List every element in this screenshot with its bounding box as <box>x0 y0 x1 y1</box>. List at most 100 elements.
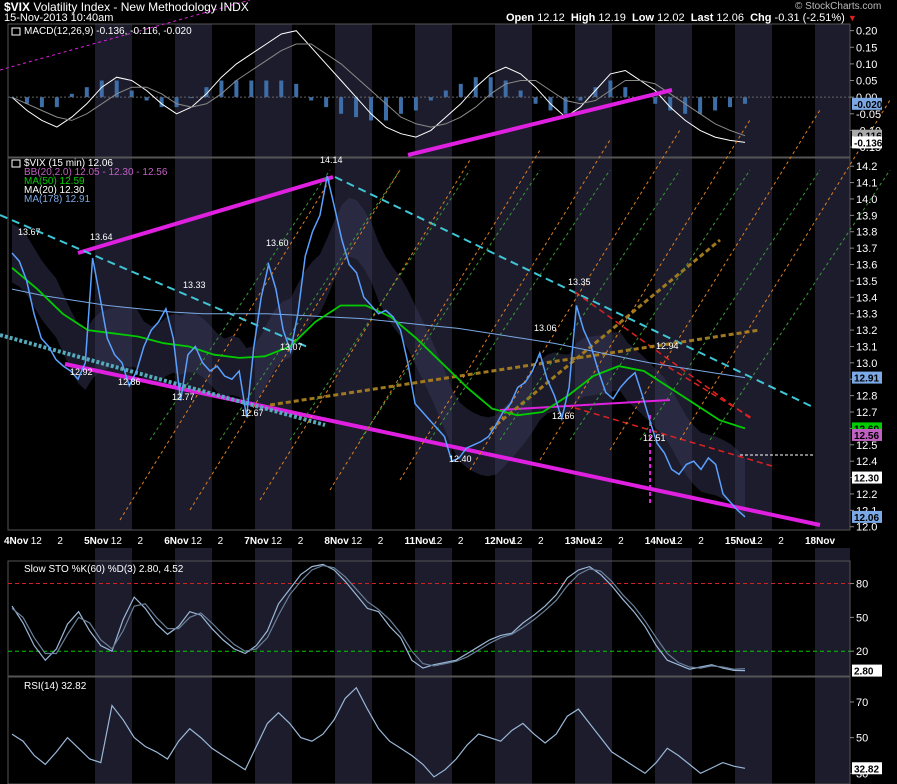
last-tag-label-macd-0: -0.020 <box>854 100 883 111</box>
price-legend-swatch <box>11 159 21 168</box>
price-annotation-5: 12.67 <box>241 408 264 418</box>
y-tick-label-price-14: 12.8 <box>856 391 877 403</box>
macd-histogram-bar-8 <box>129 90 134 98</box>
x-tick-label-4: 12 <box>111 536 123 547</box>
macd-histogram-bar-41 <box>623 87 628 98</box>
y-tick-label-rsi-1: 50 <box>856 733 868 745</box>
last-value: 12.06 <box>716 12 744 24</box>
x-tick-label-13: 12 <box>351 536 363 547</box>
macd-histogram-bar-11 <box>174 97 179 108</box>
y-tick-label-price-2: 14.0 <box>856 194 877 206</box>
macd-histogram-bar-22 <box>339 97 344 114</box>
macd-histogram-bar-34 <box>518 90 523 98</box>
price-annotation-7: 13.07 <box>280 342 303 352</box>
macd-histogram-bar-40 <box>608 80 613 98</box>
macd-histogram-bar-19 <box>294 83 299 98</box>
macd-histogram-bar-17 <box>264 80 269 98</box>
open-value: 12.12 <box>537 12 565 24</box>
y-tick-label-price-0: 14.2 <box>856 161 877 173</box>
macd-legend-swatch <box>11 27 21 36</box>
y-tick-label-macd-3: 0.05 <box>856 76 877 88</box>
macd-histogram-bar-16 <box>249 80 254 98</box>
x-tick-label-9: 7Nov <box>244 536 269 547</box>
x-tick-label-1: 12 <box>31 536 43 547</box>
exchange-label: INDX <box>220 0 249 14</box>
price-annotation-13: 12.94 <box>656 341 679 351</box>
x-tick-label-6: 6Nov <box>164 536 189 547</box>
x-tick-label-12: 8Nov <box>324 536 349 547</box>
macd-histogram-bar-33 <box>503 80 508 98</box>
y-tick-label-stochastic-0: 80 <box>856 579 868 591</box>
macd-histogram-bar-46 <box>698 97 703 114</box>
macd-histogram-bar-23 <box>354 97 359 118</box>
macd-histogram-bar-3 <box>54 97 59 108</box>
macd-histogram-bar-27 <box>413 97 418 111</box>
x-tick-label-14: 2 <box>378 536 384 547</box>
down-arrow-icon: ▼ <box>847 13 857 23</box>
x-tick-label-25: 12 <box>672 536 684 547</box>
y-tick-label-price-20: 12.2 <box>856 489 877 501</box>
y-tick-label-price-3: 13.9 <box>856 210 877 222</box>
low-value: 12.02 <box>657 12 685 24</box>
price-annotation-1: 13.64 <box>90 232 113 242</box>
y-tick-label-price-9: 13.3 <box>856 309 877 321</box>
x-tick-label-10: 12 <box>271 536 283 547</box>
macd-histogram-bar-45 <box>683 97 688 114</box>
price-annotation-14: 12.51 <box>643 433 666 443</box>
y-tick-label-price-8: 13.4 <box>856 292 877 304</box>
x-tick-label-20: 2 <box>538 536 544 547</box>
session-band-1 <box>175 24 212 530</box>
x-tick-label-28: 12 <box>752 536 764 547</box>
x-tick-label-11: 2 <box>298 536 304 547</box>
macd-histogram-bar-49 <box>743 97 747 104</box>
x-tick-label-7: 12 <box>191 536 203 547</box>
macd-histogram-bar-18 <box>279 80 284 98</box>
price-annotation-0: 13.67 <box>18 227 41 237</box>
ohlc-readout: Open 12.12 High 12.19 Low 12.02 Last 12.… <box>506 12 857 24</box>
price-annotation-10: 13.06 <box>534 323 557 333</box>
x-tick-label-3: 5Nov <box>84 536 109 547</box>
price-annotation-4: 12.77 <box>172 392 195 402</box>
last-tag-label-price-2: 12.56 <box>854 431 879 442</box>
y-tick-label-price-12: 13.0 <box>856 358 877 370</box>
last-tag-label-price-4: 12.06 <box>854 513 879 524</box>
price-annotation-6: 13.60 <box>266 238 289 248</box>
macd-histogram-bar-26 <box>398 97 403 114</box>
y-tick-label-price-7: 13.5 <box>856 276 877 288</box>
session-band-4 <box>415 24 452 530</box>
macd-histogram-bar-30 <box>458 83 463 98</box>
x-tick-label-19: 12 <box>511 536 523 547</box>
macd-histogram-bar-48 <box>728 97 733 108</box>
macd-legend: MACD(12,26,9) -0.136, -0.116, -0.020 <box>24 26 192 37</box>
x-tick-label-29: 2 <box>778 536 784 547</box>
chart-date: 15-Nov-2013 10:40am <box>4 12 114 24</box>
y-tick-label-macd-1: 0.15 <box>856 42 877 54</box>
y-tick-label-price-11: 13.1 <box>856 341 877 353</box>
last-tag-label-macd-2: -0.136 <box>854 138 883 149</box>
price-annotation-8: 14.14 <box>320 155 343 165</box>
macd-histogram-bar-29 <box>443 90 448 98</box>
session-band-2 <box>255 24 292 530</box>
x-tick-label-15: 11Nov <box>405 536 435 547</box>
y-tick-label-rsi-0: 70 <box>856 697 868 709</box>
macd-histogram-bar-43 <box>653 97 658 104</box>
x-tick-label-30: 18Nov <box>805 536 835 547</box>
price-annotation-2: 13.33 <box>183 280 206 290</box>
y-tick-label-price-18: 12.4 <box>856 456 877 468</box>
x-tick-label-26: 2 <box>698 536 704 547</box>
price-annotation-9: 12.40 <box>449 454 472 464</box>
session-band-0 <box>95 24 132 530</box>
high-value: 12.19 <box>598 12 626 24</box>
x-tick-label-2: 2 <box>57 536 63 547</box>
x-tick-label-0: 4Nov <box>4 536 29 547</box>
price-annotation-11: 12.66 <box>552 411 575 421</box>
price-annotation-15: 12.92 <box>70 367 93 377</box>
x-tick-label-22: 12 <box>591 536 603 547</box>
price-legend-4: MA(178) 12.91 <box>24 194 91 205</box>
macd-histogram-bar-5 <box>84 87 89 98</box>
last-tag-label-stochastic-0: 2.80 <box>854 667 874 678</box>
last-tag-label-price-0: 12.91 <box>854 374 879 385</box>
macd-histogram-bar-15 <box>234 80 239 98</box>
macd-histogram-bar-47 <box>713 97 718 111</box>
y-tick-label-stochastic-1: 50 <box>856 612 868 624</box>
